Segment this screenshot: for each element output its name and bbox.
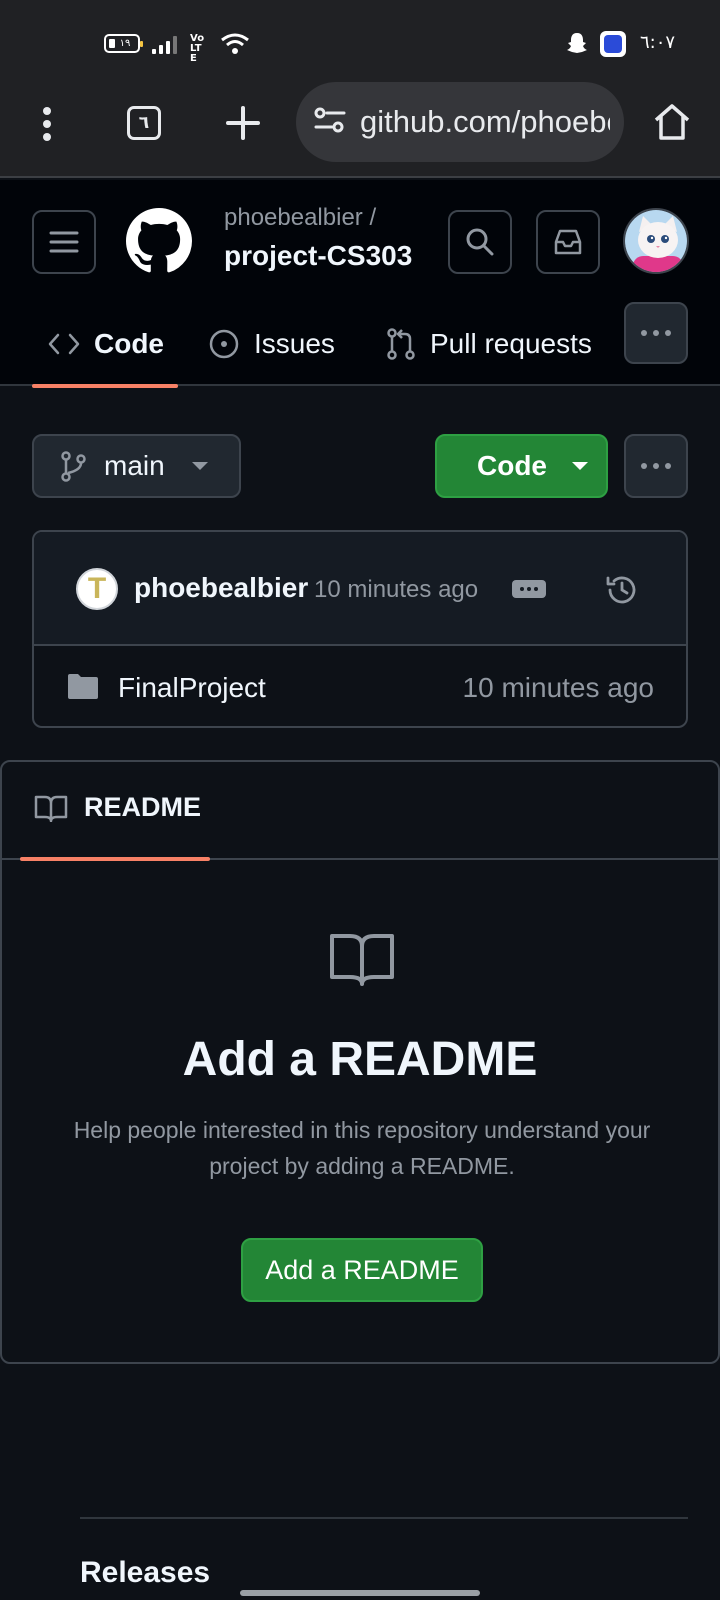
hamburger-icon [49, 231, 79, 253]
code-dropdown-button[interactable]: Code [435, 434, 608, 498]
add-readme-button[interactable]: Add a README [241, 1238, 483, 1302]
latest-commit-row: T phoebealbier 10 minutes ago [34, 532, 686, 646]
inbox-button[interactable] [536, 210, 600, 274]
snapchat-icon [567, 33, 587, 53]
commit-author-avatar[interactable]: T [76, 568, 118, 610]
tab-code[interactable]: Code [48, 302, 164, 386]
battery-level: ١٩ [119, 38, 131, 49]
issue-opened-icon [209, 329, 239, 359]
signal-icon [152, 36, 177, 54]
caret-down-icon [191, 462, 208, 470]
history-icon[interactable] [604, 572, 640, 608]
repo-actions-more-button[interactable] [624, 434, 688, 498]
commit-author[interactable]: phoebealbier [134, 572, 308, 604]
kebab-horizontal-icon [641, 330, 671, 336]
hamburger-menu-button[interactable] [32, 210, 96, 274]
readme-tab-label: README [84, 792, 202, 822]
code-icon [48, 333, 80, 355]
caret-down-icon [572, 462, 588, 470]
github-header: phoebealbier / project-CS303 Code Issues… [0, 180, 720, 388]
readme-tab-indicator [20, 857, 210, 861]
volte-indicator: Vo LTE [190, 33, 205, 64]
status-bar: ١٩ Vo LTE ٦:٠٧ [0, 0, 720, 86]
tab-count: ٦ [138, 113, 150, 133]
browser-toolbar: ٦ github.com/phoebealbier/project-CS303 [0, 82, 720, 178]
repo-owner[interactable]: phoebealbier / [224, 204, 376, 232]
book-icon [34, 795, 68, 822]
site-settings-icon[interactable] [314, 106, 346, 134]
readme-empty-title: Add a README [182, 1033, 538, 1086]
readme-header: README [2, 762, 718, 861]
folder-icon [68, 674, 98, 699]
search-button[interactable] [448, 210, 512, 274]
battery-icon: ١٩ [104, 34, 143, 53]
more-tabs-button[interactable] [624, 302, 688, 364]
tab-switcher-button[interactable]: ٦ [127, 106, 161, 140]
tab-code-label: Code [94, 328, 164, 359]
tab-issues[interactable]: Issues [208, 302, 335, 386]
pull-request-icon [387, 328, 415, 360]
clock: ٦:٠٧ [640, 32, 676, 53]
url-text[interactable]: github.com/phoebealbier/project-CS303 [360, 104, 610, 140]
readme-panel: README Add a README Help people interest… [0, 760, 720, 1364]
commit-time: 10 minutes ago [314, 576, 479, 603]
new-tab-icon[interactable] [226, 106, 260, 140]
section-divider [80, 1517, 688, 1519]
commit-message-toggle[interactable] [512, 580, 546, 598]
readme-tab[interactable]: README [34, 792, 201, 823]
github-logo-icon[interactable] [126, 208, 192, 274]
file-row[interactable]: FinalProject 10 minutes ago [34, 648, 686, 726]
repo-name[interactable]: project-CS303 [224, 240, 412, 272]
home-icon[interactable] [652, 102, 692, 142]
app-notification-icon [600, 31, 626, 57]
file-name[interactable]: FinalProject [118, 672, 266, 704]
kebab-horizontal-icon [641, 463, 671, 469]
user-avatar[interactable] [623, 208, 689, 274]
book-icon [330, 934, 394, 986]
active-tab-indicator [32, 384, 178, 388]
address-bar[interactable]: github.com/phoebealbier/project-CS303 [296, 82, 624, 162]
search-icon [466, 228, 494, 256]
branch-name: main [104, 450, 165, 481]
wifi-icon [221, 33, 249, 54]
releases-heading[interactable]: Releases [80, 1556, 210, 1590]
repo-nav-tabs: Code Issues Pull requests [0, 302, 720, 388]
browser-menu-icon[interactable] [40, 106, 54, 142]
tab-issues-label: Issues [254, 328, 335, 359]
inbox-icon [554, 229, 582, 255]
tab-pull-requests-label: Pull requests [430, 328, 592, 359]
file-list: T phoebealbier 10 minutes ago FinalProje… [32, 530, 688, 728]
gesture-home-bar[interactable] [240, 1590, 480, 1596]
readme-empty-description: Help people interested in this repositor… [73, 1117, 651, 1179]
tab-pull-requests[interactable]: Pull requests [386, 302, 592, 386]
cat-avatar-image [625, 210, 687, 272]
branch-selector[interactable]: main [32, 434, 241, 498]
file-time: 10 minutes ago [462, 672, 654, 703]
code-button-label: Code [477, 450, 547, 481]
git-branch-icon [61, 451, 86, 482]
